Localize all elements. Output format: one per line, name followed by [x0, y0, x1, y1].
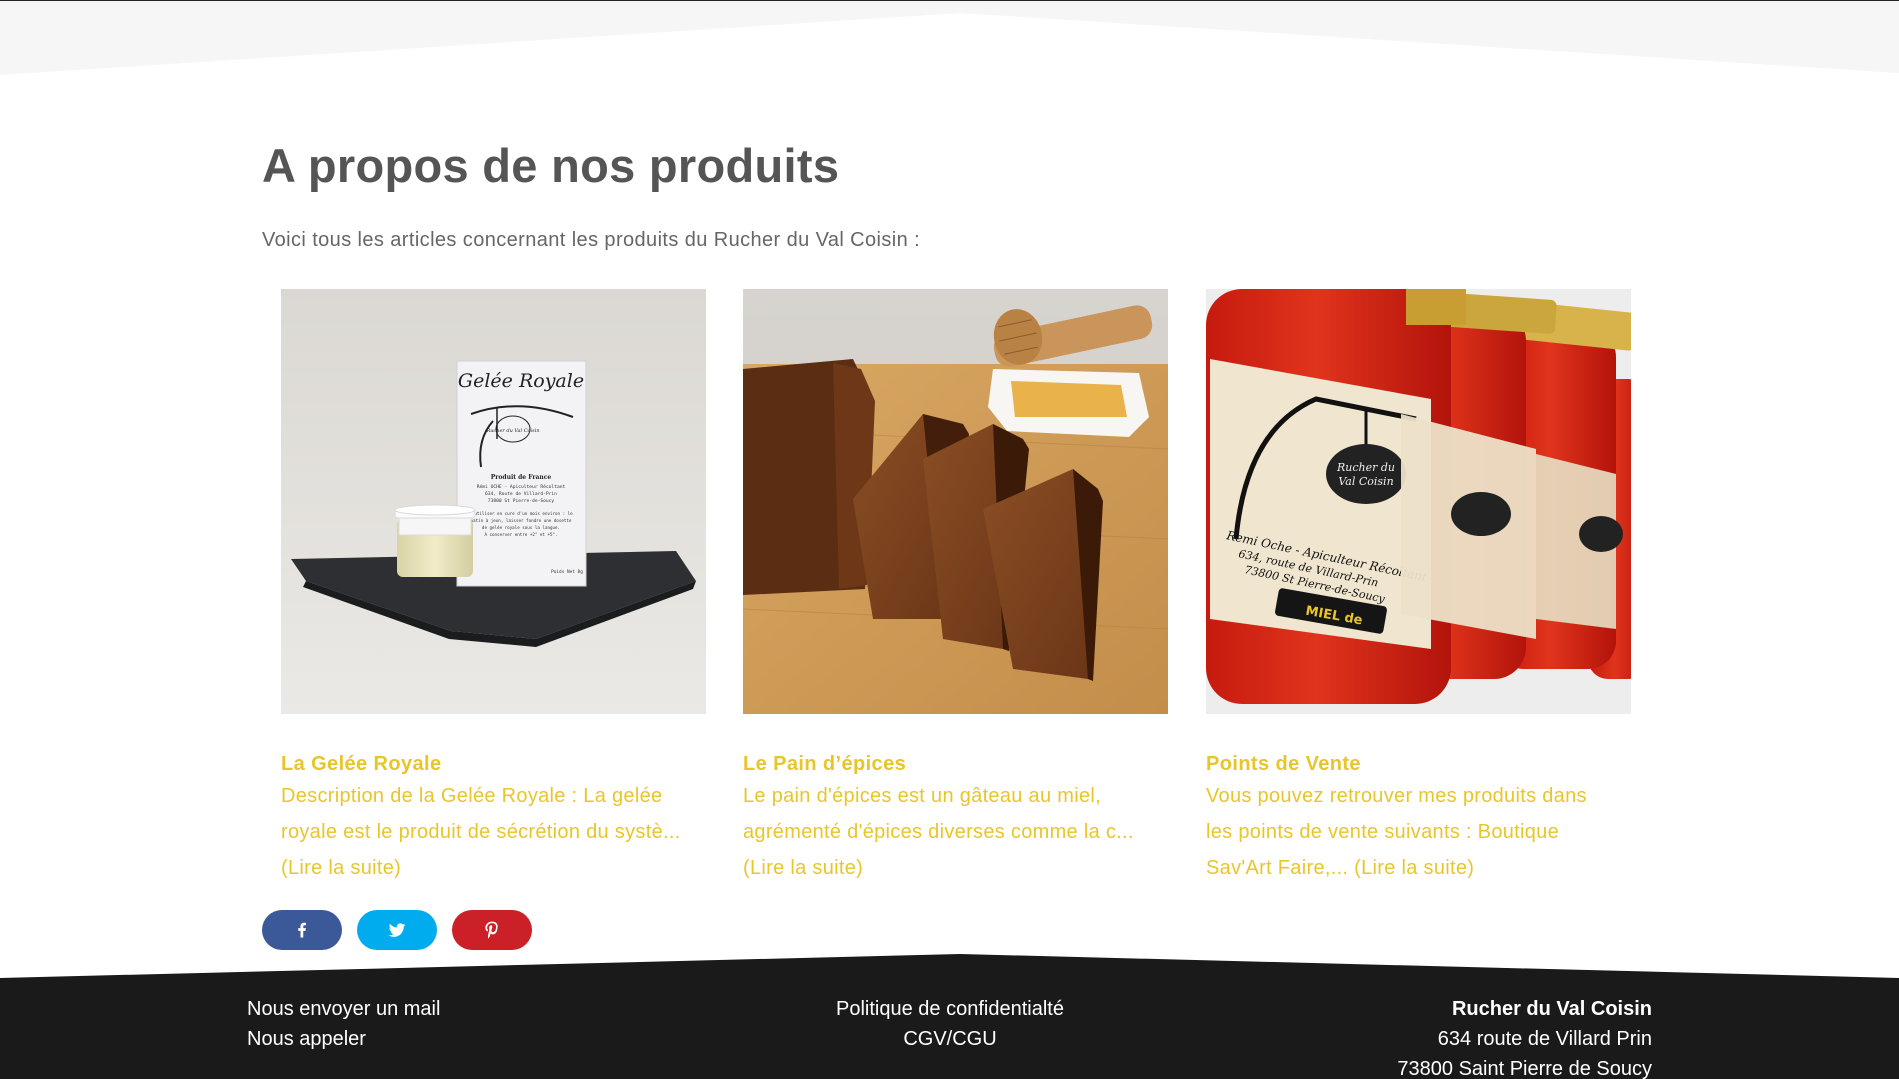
article-card-points-de-vente: Rucher du Val Coisin Remi Oche - Apicult… — [1206, 289, 1631, 886]
box-title-text: Gelée Royale — [458, 370, 584, 392]
page: A propos de nos produits Voici tous les … — [0, 0, 1899, 1079]
excerpt-line: Description de la Gelée Royale : La gelé… — [281, 785, 663, 807]
excerpt-line: Sav'Art Faire,... — [1206, 857, 1355, 879]
card-title-link[interactable]: Points de Vente — [1206, 753, 1361, 775]
article-card-gelee-royale: Gelée Royale Rucher du Val Coisin Produi… — [281, 289, 706, 886]
box-address-3: 73800 St Pierre-de-Soucy — [488, 498, 555, 504]
excerpt-line: royale est le produit de sécrétion du sy… — [281, 821, 681, 843]
box-usage-1: A utiliser en cure d'un mois environ : l… — [469, 511, 573, 516]
box-usage-3: de gelée royale sous la langue. — [482, 525, 560, 530]
points-de-vente-image[interactable]: Rucher du Val Coisin Remi Oche - Apicult… — [1206, 289, 1631, 714]
top-wave-divider — [0, 1, 1899, 75]
card-excerpt: Vous pouvez retrouver mes produits dans … — [1206, 778, 1631, 886]
card-title[interactable]: Le Pain d’épices — [743, 750, 1168, 778]
read-more-link[interactable]: (Lire la suite) — [1354, 857, 1474, 879]
facebook-share-button[interactable] — [262, 910, 342, 950]
footer-legal: Politique de confidentialté CGV/CGU — [700, 994, 1200, 1054]
card-title-link[interactable]: La Gelée Royale — [281, 753, 442, 775]
read-more-link[interactable]: (Lire la suite) — [281, 857, 401, 879]
card-excerpt: Description de la Gelée Royale : La gelé… — [281, 778, 706, 886]
box-subtitle-text: Produit de France — [491, 474, 552, 481]
footer-contact: Nous envoyer un mail Nous appeler — [247, 994, 440, 1054]
excerpt-line: Le pain d'épices est un gâteau au miel, — [743, 785, 1101, 807]
twitter-share-button[interactable] — [357, 910, 437, 950]
email-link[interactable]: Nous envoyer un mail — [247, 994, 440, 1024]
gelee-royale-image[interactable]: Gelée Royale Rucher du Val Coisin Produi… — [281, 289, 706, 714]
card-title[interactable]: La Gelée Royale — [281, 750, 706, 778]
pinterest-share-button[interactable] — [452, 910, 532, 950]
article-card-pain-epices: Le Pain d’épices Le pain d'épices est un… — [743, 289, 1168, 886]
twitter-icon — [388, 923, 406, 937]
card-title-link[interactable]: Le Pain d’épices — [743, 753, 906, 775]
terms-link[interactable]: CGV/CGU — [700, 1024, 1200, 1054]
footer: Nous envoyer un mail Nous appeler Politi… — [0, 978, 1899, 1079]
facebook-icon — [298, 922, 306, 938]
box-address-1: Rémi OCHE - Apiculteur Récoltant — [477, 483, 566, 490]
intro-text: Voici tous les articles concernant les p… — [262, 229, 921, 251]
company-name: Rucher du Val Coisin — [1451, 998, 1652, 1020]
page-title: A propos de nos produits — [262, 139, 840, 192]
phone-link[interactable]: Nous appeler — [247, 1024, 440, 1054]
pain-epices-image[interactable] — [743, 289, 1168, 714]
card-title[interactable]: Points de Vente — [1206, 750, 1631, 778]
address-line: 73800 Saint Pierre de Soucy — [1397, 1058, 1652, 1079]
card-excerpt: Le pain d'épices est un gâteau au miel, … — [743, 778, 1168, 886]
jar-logo-line-2: Val Coisin — [1338, 475, 1393, 488]
privacy-policy-link[interactable]: Politique de confidentialté — [700, 994, 1200, 1024]
box-weight: Poids Net 8g — [551, 569, 583, 575]
jar-logo-line-1: Rucher du — [1336, 461, 1395, 474]
address-line: 634 route de Villard Prin — [1437, 1028, 1652, 1050]
read-more-link[interactable]: (Lire la suite) — [743, 857, 863, 879]
footer-address: Rucher du Val Coisin 634 route de Villar… — [1397, 994, 1652, 1079]
box-address-2: 634, Route de Villard-Prin — [485, 491, 557, 497]
excerpt-line: les points de vente suivants : Boutique — [1206, 821, 1560, 843]
excerpt-line: Vous pouvez retrouver mes produits dans — [1206, 785, 1587, 807]
excerpt-line: agrémenté d'épices diverses comme la c..… — [743, 821, 1134, 843]
box-usage-2: matin à jeun, laisser fondre une dosette — [471, 518, 572, 523]
box-usage-4: A conserver entre +2° et +5°. — [484, 532, 557, 537]
pinterest-icon — [485, 921, 498, 939]
box-logo-text: Rucher du Val Coisin — [485, 428, 539, 434]
